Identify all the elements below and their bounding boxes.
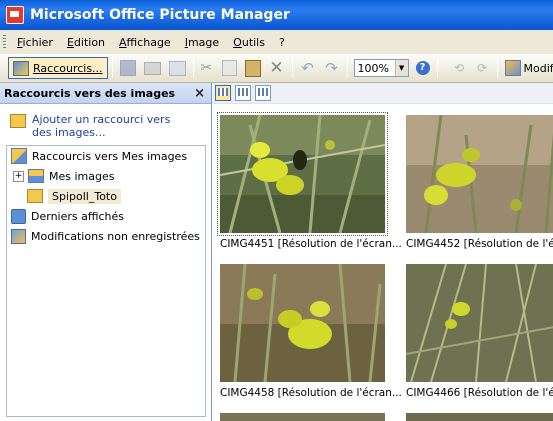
menu-fichier[interactable]: Fichier — [10, 36, 60, 49]
tree-item-recently-viewed[interactable]: Derniers affichés — [7, 206, 205, 226]
thumbnail-image[interactable] — [406, 264, 553, 382]
shortcuts-label: Raccourcis... — [33, 61, 103, 75]
thumbnail-caption: CIMG4466 [Résolution de l'écran... — [406, 387, 553, 399]
redo-icon: ↷ — [325, 59, 338, 77]
picture-manager-app-icon[interactable] — [6, 6, 24, 24]
toolbar-separator — [496, 59, 498, 77]
close-icon[interactable]: × — [194, 86, 205, 101]
tree-item-label: Derniers affichés — [31, 209, 125, 223]
thumbnail-caption: CIMG4458 [Résolution de l'écran... — [220, 387, 402, 399]
shortcuts-button[interactable]: Raccourcis... — [8, 57, 108, 79]
rotate-left-button[interactable]: ⟲ — [449, 58, 470, 78]
thumbnail-caption: CIMG4452 [Résolution de l'écran... — [406, 238, 553, 250]
unsaved-edits-icon — [11, 228, 26, 244]
toolbar-separator — [346, 59, 348, 77]
thumbnail-image[interactable] — [220, 264, 385, 382]
thumbnail-image[interactable] — [406, 115, 553, 233]
folder-icon — [27, 189, 43, 203]
shortcuts-icon — [13, 60, 29, 76]
toolbar-separator — [436, 59, 438, 77]
menu-edition[interactable]: Edition — [60, 36, 112, 49]
shortcuts-tree: Raccourcis vers Mes images + Mes images … — [6, 145, 206, 417]
task-pane-header: Raccourcis vers des images × — [0, 83, 211, 104]
tree-item-unsaved-edits[interactable]: Modifications non enregistrées — [7, 226, 205, 246]
toolbar-separator — [111, 59, 113, 77]
thumbnail-partial[interactable] — [220, 413, 385, 421]
tree-item-label: Mes images — [49, 169, 115, 183]
tree-item-label: Raccourcis vers Mes images — [32, 149, 188, 163]
expand-plus-icon[interactable]: + — [13, 170, 24, 182]
thumbnail-item[interactable]: CIMG4452 [Résolution de l'écran... — [406, 115, 553, 255]
thumbnail-item[interactable]: CIMG4451 [Résolution de l'écran... — [217, 112, 402, 255]
copy-button[interactable] — [219, 58, 240, 78]
recent-pictures-icon — [11, 208, 26, 224]
thumbnail-item[interactable]: CIMG4466 [Résolution de l'écran... — [406, 264, 553, 404]
task-pane-title: Raccourcis vers des images — [4, 86, 176, 100]
undo-button[interactable]: ↶ — [297, 58, 319, 78]
thumbnail-image[interactable] — [217, 112, 388, 236]
tree-item-label: Spipoll_Toto — [48, 188, 121, 204]
zoom-value: 100% — [357, 61, 389, 75]
tree-item-my-pictures-shortcuts[interactable]: Raccourcis vers Mes images — [7, 146, 205, 166]
rotate-left-icon: ⟲ — [454, 61, 465, 75]
save-icon — [119, 60, 136, 76]
view-mode-bar — [212, 83, 553, 104]
menu-grip-handle[interactable] — [3, 35, 6, 49]
menu-bar: Fichier Edition Affichage Image Outils ? — [0, 30, 553, 54]
paste-button[interactable] — [242, 58, 264, 78]
thumbnail-partial[interactable] — [406, 413, 553, 421]
chevron-down-icon[interactable]: ▼ — [394, 60, 408, 76]
rotate-right-icon: ⟳ — [477, 61, 488, 75]
add-folder-icon — [10, 114, 26, 128]
email-button[interactable] — [166, 58, 189, 78]
pictures-folder-icon — [28, 169, 44, 183]
thumbnail-pane: CIMG4451 [Résolution de l'écran... CIMG4… — [212, 83, 553, 421]
cut-button[interactable]: ✂ — [198, 58, 217, 78]
edit-pictures-button[interactable]: Modifier les — [502, 58, 553, 78]
redo-button[interactable]: ↷ — [321, 58, 343, 78]
print-button[interactable] — [141, 58, 164, 78]
thumbnail-view-icon[interactable] — [215, 85, 231, 101]
menu-outils[interactable]: Outils — [226, 36, 272, 49]
scissors-icon: ✂ — [200, 60, 213, 76]
standard-toolbar: Raccourcis... ✂ ✕ ↶ ↷ 100% ▼ ? ⟲ ⟳ Modif… — [0, 54, 553, 83]
tree-item-label: Modifications non enregistrées — [31, 229, 200, 243]
print-icon — [143, 61, 161, 75]
window-title: Microsoft Office Picture Manager — [30, 7, 290, 23]
edit-picture-icon — [504, 60, 521, 76]
help-button[interactable]: ? — [413, 58, 433, 78]
menu-affichage[interactable]: Affichage — [112, 36, 178, 49]
delete-x-icon: ✕ — [269, 58, 284, 78]
help-icon: ? — [415, 61, 430, 75]
delete-button[interactable]: ✕ — [266, 58, 288, 78]
tree-item-spipoll-toto[interactable]: Spipoll_Toto — [7, 186, 205, 206]
thumbnail-item[interactable]: CIMG4458 [Résolution de l'écran... — [220, 264, 402, 404]
edit-pictures-label: Modifier les — [523, 61, 553, 75]
toolbar-separator — [291, 59, 293, 77]
tree-item-my-pictures[interactable]: + Mes images — [7, 166, 205, 186]
toolbar-separator — [192, 59, 194, 77]
save-button[interactable] — [117, 58, 139, 78]
add-shortcut-label[interactable]: Ajouter un raccourci vers des images... — [32, 113, 192, 139]
zoom-dropdown[interactable]: 100% ▼ — [353, 59, 409, 77]
thumbnail-caption: CIMG4451 [Résolution de l'écran... — [220, 238, 402, 250]
menu-help[interactable]: ? — [272, 36, 292, 49]
single-picture-view-icon[interactable] — [255, 85, 271, 101]
rotate-right-button[interactable]: ⟳ — [472, 58, 493, 78]
shortcuts-task-pane: Raccourcis vers des images × Ajouter un … — [0, 83, 212, 421]
filmstrip-view-icon[interactable] — [235, 85, 251, 101]
title-bar: Microsoft Office Picture Manager — [0, 0, 553, 30]
undo-icon: ↶ — [301, 59, 314, 77]
pictures-shortcut-icon — [11, 148, 27, 164]
copy-icon — [221, 60, 237, 76]
paste-icon — [244, 59, 261, 77]
email-icon — [168, 60, 186, 76]
menu-image[interactable]: Image — [178, 36, 226, 49]
